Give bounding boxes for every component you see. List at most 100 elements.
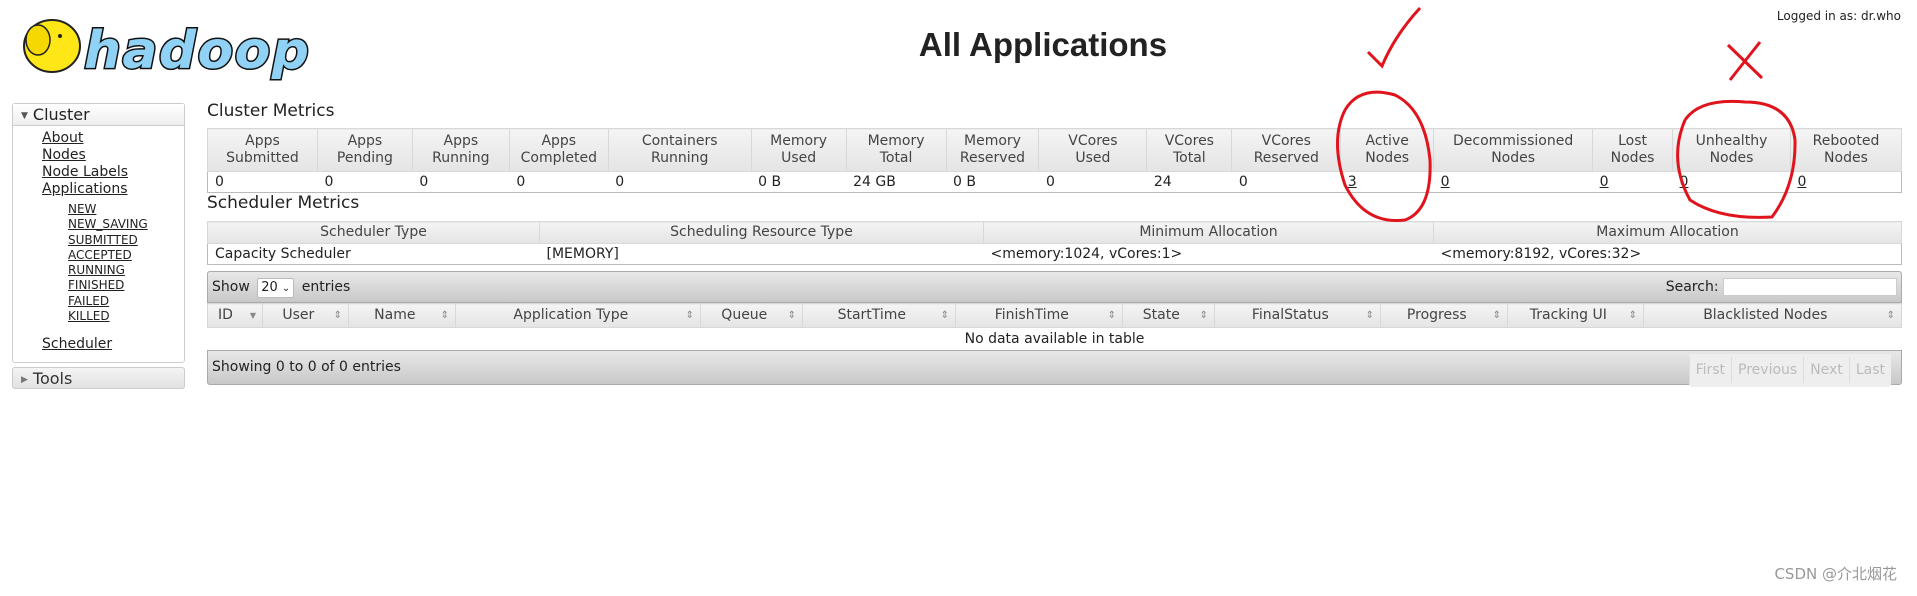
link-about[interactable]: About bbox=[42, 130, 184, 147]
column-header-name[interactable]: Name ⇕ bbox=[348, 303, 456, 328]
metric-value: 0 bbox=[608, 171, 752, 193]
metric-header-line: Used bbox=[1075, 150, 1111, 166]
sort-icon: ⇕ bbox=[333, 310, 342, 321]
triangle-right-icon: ▶ bbox=[21, 375, 28, 385]
metric-header: Lost Nodes bbox=[1592, 128, 1674, 172]
pagination: First Previous Next Last bbox=[1688, 354, 1891, 387]
metric-header-line: Unhealthy bbox=[1695, 133, 1768, 149]
page-size-select[interactable]: 20 ⌄ bbox=[257, 278, 295, 298]
sort-icon: ⇕ bbox=[1199, 310, 1208, 321]
column-label: ID bbox=[218, 307, 233, 323]
metric-value: 0 bbox=[207, 171, 318, 193]
metric-header-line: Memory bbox=[867, 133, 925, 149]
metric-value-link[interactable]: 0 bbox=[1441, 174, 1450, 190]
metric-value: 0 bbox=[1592, 171, 1673, 193]
metric-header: Rebooted Nodes bbox=[1789, 128, 1903, 172]
column-header-blacklisted-nodes[interactable]: Blacklisted Nodes ⇕ bbox=[1643, 303, 1902, 328]
scheduler-value: [MEMORY] bbox=[539, 243, 984, 265]
cluster-metrics-title: Cluster Metrics bbox=[207, 101, 335, 121]
metric-header-line: Apps bbox=[443, 133, 479, 149]
metric-header-line: Running bbox=[651, 150, 709, 166]
metric-value: 0 bbox=[1231, 171, 1341, 193]
table-info: Showing 0 to 0 of 0 entries bbox=[212, 359, 401, 375]
metric-header: Apps Completed bbox=[508, 128, 609, 172]
metric-value: 0 bbox=[1433, 171, 1593, 193]
column-header-finishtime[interactable]: FinishTime ⇕ bbox=[955, 303, 1123, 328]
metric-header-line: Memory bbox=[964, 133, 1021, 149]
metric-header: Containers Running bbox=[607, 128, 752, 172]
metric-value-link[interactable]: 3 bbox=[1348, 174, 1357, 190]
column-header-id[interactable]: ID ▼ bbox=[207, 303, 263, 328]
metric-value-link[interactable]: 0 bbox=[1797, 174, 1806, 190]
previous-page-button[interactable]: Previous bbox=[1731, 357, 1803, 383]
link-scheduler[interactable]: Scheduler bbox=[42, 336, 184, 353]
scheduler-header: Maximum Allocation bbox=[1433, 221, 1902, 244]
sort-icon: ⇕ bbox=[1628, 310, 1637, 321]
metric-header-line: Apps bbox=[245, 133, 280, 149]
column-header-tracking-ui[interactable]: Tracking UI ⇕ bbox=[1507, 303, 1644, 328]
applications-table: ID ▼ User ⇕ Name ⇕ Application Type ⇕ Queue ⇕ Star… bbox=[207, 303, 1902, 351]
metric-header-line: Memory bbox=[770, 133, 828, 149]
metric-value: 0 bbox=[509, 171, 609, 193]
metric-value-link[interactable]: 0 bbox=[1680, 174, 1689, 190]
scheduler-header: Scheduling Resource Type bbox=[539, 221, 984, 244]
link-state-new-saving[interactable]: NEW_SAVING bbox=[42, 217, 184, 232]
metric-value: 0 bbox=[1672, 171, 1791, 193]
metric-value-text: 0 bbox=[419, 174, 429, 190]
last-page-button[interactable]: Last bbox=[1848, 357, 1891, 383]
metric-header-line: VCores bbox=[1164, 133, 1214, 149]
metric-header-line: Running bbox=[432, 150, 490, 166]
metric-header: Apps Submitted bbox=[207, 128, 318, 172]
metric-value-link[interactable]: 0 bbox=[1600, 174, 1609, 190]
metric-header: Apps Pending bbox=[316, 128, 413, 172]
tools-section-toggle[interactable]: ▶ Tools bbox=[12, 367, 185, 389]
link-state-new[interactable]: NEW bbox=[42, 202, 184, 217]
column-header-starttime[interactable]: StartTime ⇕ bbox=[802, 303, 956, 328]
scheduler-header: Scheduler Type bbox=[207, 221, 540, 244]
metric-header-line: Nodes bbox=[1824, 150, 1868, 166]
metric-value: 0 bbox=[317, 171, 413, 193]
column-label: StartTime bbox=[837, 307, 907, 323]
metric-header: Apps Running bbox=[411, 128, 510, 172]
metric-header-line: Rebooted bbox=[1812, 133, 1880, 149]
link-state-accepted[interactable]: ACCEPTED bbox=[42, 248, 184, 263]
column-header-application-type[interactable]: Application Type ⇕ bbox=[455, 303, 701, 328]
column-label: User bbox=[282, 307, 315, 323]
metric-header: Memory Reserved bbox=[945, 128, 1040, 172]
sort-desc-icon: ▼ bbox=[249, 311, 256, 320]
metric-header-line: Used bbox=[781, 150, 817, 166]
link-nodes[interactable]: Nodes bbox=[42, 147, 184, 164]
column-header-user[interactable]: User ⇕ bbox=[262, 303, 349, 328]
link-node-labels[interactable]: Node Labels bbox=[42, 164, 184, 181]
sort-icon: ⇕ bbox=[940, 310, 949, 321]
link-state-killed[interactable]: KILLED bbox=[42, 309, 184, 324]
cluster-section-toggle[interactable]: ▼ Cluster bbox=[13, 104, 184, 126]
metric-value: 24 bbox=[1146, 171, 1232, 193]
column-header-finalstatus[interactable]: FinalStatus ⇕ bbox=[1214, 303, 1381, 328]
metric-value-text: 24 GB bbox=[853, 174, 896, 190]
search-input[interactable] bbox=[1723, 278, 1897, 296]
column-header-progress[interactable]: Progress ⇕ bbox=[1380, 303, 1508, 328]
triangle-down-icon: ▼ bbox=[21, 111, 28, 121]
column-header-state[interactable]: State ⇕ bbox=[1122, 303, 1215, 328]
scheduler-metrics-title: Scheduler Metrics bbox=[207, 193, 360, 213]
column-label: Queue bbox=[721, 307, 768, 323]
next-page-button[interactable]: Next bbox=[1803, 357, 1849, 383]
metric-value-text: 0 bbox=[516, 174, 526, 190]
link-state-submitted[interactable]: SUBMITTED bbox=[42, 233, 184, 248]
metric-header-line: Active bbox=[1365, 133, 1409, 149]
link-state-finished[interactable]: FINISHED bbox=[42, 278, 184, 293]
metric-value-text: 0 bbox=[215, 174, 224, 190]
metric-header: Decommissioned Nodes bbox=[1433, 128, 1594, 172]
show-label: Show bbox=[212, 279, 250, 295]
metric-header: VCores Used bbox=[1038, 128, 1148, 172]
metric-header-line: Nodes bbox=[1610, 150, 1655, 166]
link-state-failed[interactable]: FAILED bbox=[42, 294, 184, 309]
metric-header-line: Total bbox=[879, 150, 913, 166]
first-page-button[interactable]: First bbox=[1688, 357, 1731, 383]
link-state-running[interactable]: RUNNING bbox=[42, 263, 184, 278]
column-header-queue[interactable]: Queue ⇕ bbox=[700, 303, 803, 328]
link-applications[interactable]: Applications bbox=[42, 181, 184, 198]
table-footer: Showing 0 to 0 of 0 entries First Previou… bbox=[207, 350, 1902, 387]
column-label: Application Type bbox=[513, 307, 629, 323]
